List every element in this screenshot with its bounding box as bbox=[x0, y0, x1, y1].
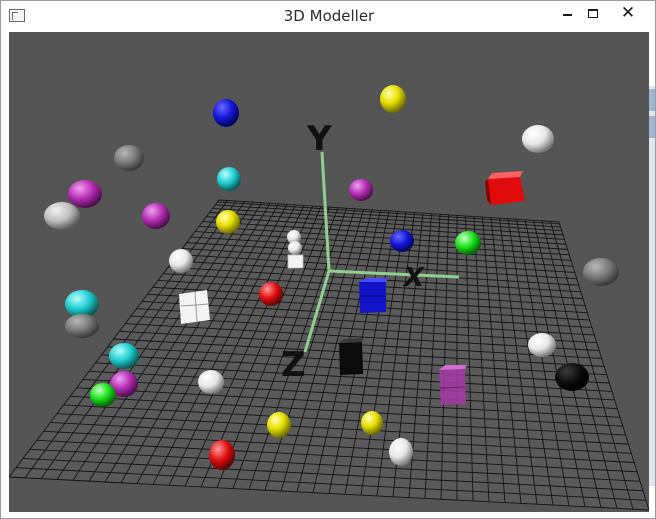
cube-purple[interactable] bbox=[439, 365, 467, 405]
sphere-cyan[interactable] bbox=[109, 343, 139, 369]
cube-black[interactable] bbox=[339, 338, 364, 375]
y-axis-label: Y bbox=[306, 119, 332, 159]
sphere-yellow[interactable] bbox=[267, 412, 291, 438]
cube-white[interactable] bbox=[179, 290, 210, 324]
background-window-tab bbox=[649, 116, 655, 138]
maximize-button[interactable] bbox=[578, 1, 608, 25]
sphere-red[interactable] bbox=[209, 440, 235, 470]
sphere-white[interactable] bbox=[198, 370, 224, 394]
sphere-blue[interactable] bbox=[390, 230, 414, 252]
background-window-edge bbox=[649, 86, 655, 486]
background-window-tab bbox=[649, 89, 655, 111]
sphere-white[interactable] bbox=[522, 125, 554, 153]
sphere-gray[interactable] bbox=[114, 145, 144, 171]
sphere-white[interactable] bbox=[528, 333, 556, 357]
sphere-light-gray[interactable] bbox=[44, 202, 80, 230]
sphere-magenta[interactable] bbox=[68, 180, 102, 208]
sphere-yellow[interactable] bbox=[216, 210, 240, 234]
scene-canvas[interactable]: Y X Z bbox=[9, 32, 649, 512]
sphere-green[interactable] bbox=[455, 231, 481, 255]
sphere-yellow[interactable] bbox=[361, 411, 383, 435]
sphere-black[interactable] bbox=[555, 363, 589, 391]
close-icon: ✕ bbox=[620, 2, 636, 23]
cube-blue[interactable] bbox=[359, 278, 388, 313]
sphere-blue[interactable] bbox=[213, 99, 239, 127]
cube-red[interactable] bbox=[485, 171, 525, 205]
sphere-gray[interactable] bbox=[583, 258, 619, 286]
snowman-object[interactable] bbox=[287, 230, 304, 269]
app-window: 3D Modeller ✕ Y X Z bbox=[0, 0, 656, 519]
maximize-icon bbox=[588, 8, 598, 18]
title-bar[interactable]: 3D Modeller ✕ bbox=[1, 1, 655, 31]
3d-viewport[interactable]: Y X Z bbox=[9, 32, 649, 512]
sphere-cyan[interactable] bbox=[217, 167, 241, 191]
sphere-magenta[interactable] bbox=[349, 179, 373, 201]
minimize-icon bbox=[562, 14, 572, 16]
sphere-cyan[interactable] bbox=[65, 290, 99, 318]
sphere-yellow[interactable] bbox=[380, 85, 406, 113]
sphere-green[interactable] bbox=[90, 383, 116, 407]
sphere-red[interactable] bbox=[259, 282, 283, 306]
sphere-white[interactable] bbox=[169, 249, 193, 273]
z-axis-label: Z bbox=[281, 345, 306, 385]
sphere-gray[interactable] bbox=[65, 314, 99, 338]
sphere-white[interactable] bbox=[389, 438, 413, 466]
close-button[interactable]: ✕ bbox=[605, 1, 651, 25]
sphere-magenta[interactable] bbox=[142, 203, 170, 229]
